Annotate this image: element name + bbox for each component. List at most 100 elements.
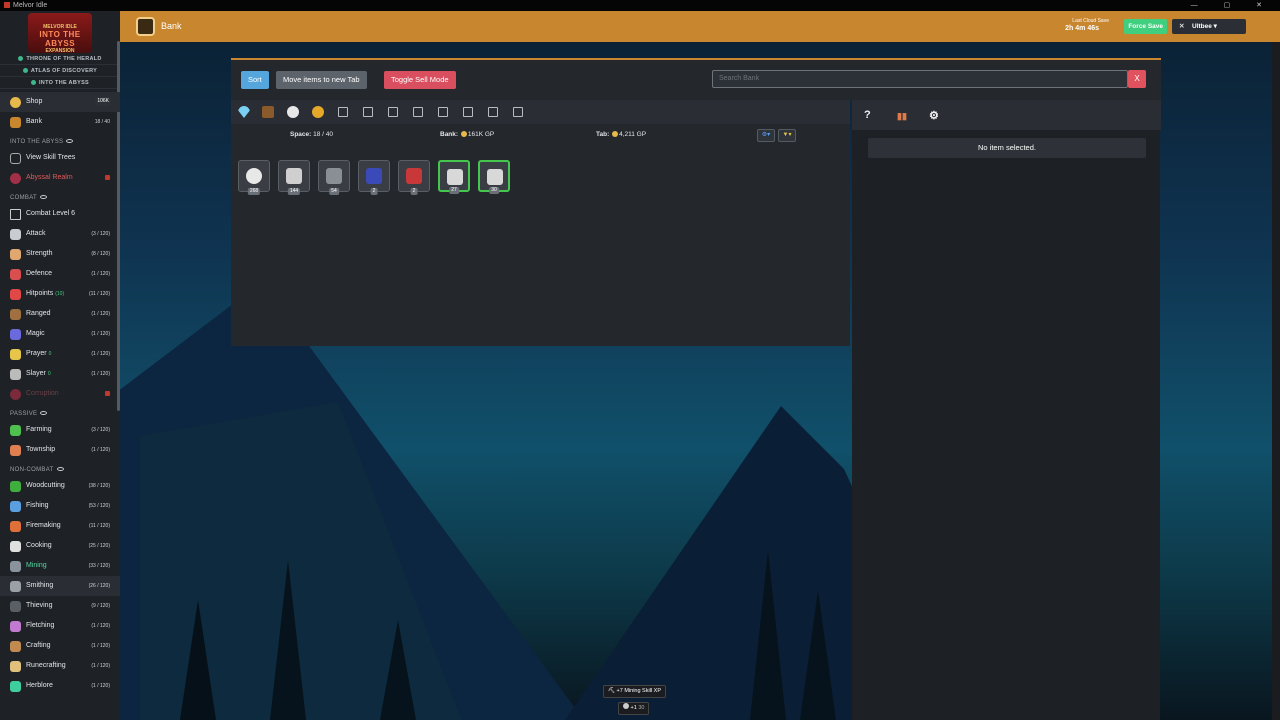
sidebar-item-attack[interactable]: Attack (3 / 120) (0, 224, 120, 244)
sidebar-item-combat-level[interactable]: Combat Level 6 (0, 204, 120, 224)
sidebar-item-bank[interactable]: Bank 18 / 40 (0, 112, 120, 132)
tab-hammer-icon[interactable] (312, 106, 324, 118)
game-logo[interactable]: MELVOR IDLE INTO THE ABYSS EXPANSION (28, 13, 92, 54)
coin-icon (612, 131, 619, 138)
sidebar-item-smithing[interactable]: Smithing (26 / 120) (0, 576, 120, 596)
bank-item-slot[interactable]: 144 (278, 160, 310, 195)
eye-icon[interactable] (56, 467, 64, 472)
sidebar-item-farming[interactable]: Farming (3 / 120) (0, 420, 120, 440)
sidebar-item-woodcutting[interactable]: Woodcutting (38 / 120) (0, 476, 120, 496)
empty-tab[interactable] (463, 107, 473, 117)
eye-icon[interactable] (40, 411, 48, 416)
item-notification: +1 30 (618, 702, 650, 715)
empty-tab[interactable] (513, 107, 523, 117)
empty-tab[interactable] (488, 107, 498, 117)
expansion-link[interactable]: THRONE OF THE HERALD (0, 53, 120, 65)
toggle-sell-mode-button[interactable]: Toggle Sell Mode (384, 71, 456, 89)
bank-item-slot[interactable]: 268 (238, 160, 270, 195)
farming-skill-icon (10, 425, 21, 436)
sidebar-item-firemaking[interactable]: Firemaking (11 / 120) (0, 516, 120, 536)
last-cloud-save-label: Last Cloud Save (1072, 18, 1109, 24)
sidebar-item-shop[interactable]: Shop 106K (0, 92, 120, 112)
bank-item-slot[interactable]: 27 (438, 160, 470, 194)
skill-level: (26 / 120) (88, 583, 110, 589)
sidebar-item-magic[interactable]: Magic (1 / 120) (0, 324, 120, 344)
skill-level: (3 / 120) (91, 427, 110, 433)
bank-chest-icon (10, 117, 21, 128)
bank-panel: Sort Move items to new Tab Toggle Sell M… (231, 58, 1161, 346)
filter-dropdown[interactable]: ▼▾ (778, 129, 796, 142)
sidebar-item-skill-trees[interactable]: View Skill Trees (0, 148, 120, 168)
bank-item-slot[interactable]: 2 (398, 160, 430, 195)
sidebar-item-thieving[interactable]: Thieving (9 / 120) (0, 596, 120, 616)
eye-icon[interactable] (66, 139, 74, 144)
account-dropdown[interactable]: ✕ Ultbee ▾ (1174, 19, 1246, 34)
smithing-skill-icon (10, 581, 21, 592)
bank-item-slot[interactable]: 30 (478, 160, 510, 194)
settings-gear-icon[interactable]: ⚙ (929, 109, 939, 122)
eye-icon[interactable] (40, 195, 48, 200)
sidebar-item-abyssal-realm[interactable]: Abyssal Realm (0, 168, 120, 188)
item-quantity: 144 (287, 188, 301, 195)
bank-options-dropdown[interactable]: ⚙▾ (757, 129, 775, 142)
empty-tab[interactable] (363, 107, 373, 117)
empty-tab[interactable] (338, 107, 348, 117)
item-quantity: 2 (410, 188, 418, 195)
sidebar-item-fletching[interactable]: Fletching (1 / 120) (0, 616, 120, 636)
sidebar-item-herblore[interactable]: Herblore (1 / 120) (0, 676, 120, 696)
empty-tab[interactable] (438, 107, 448, 117)
expansion-link[interactable]: INTO THE ABYSS (0, 77, 120, 89)
search-clear-button[interactable]: X (1128, 70, 1146, 88)
window-controls[interactable]: — ▢ ✕ (1191, 0, 1274, 11)
tab-log-icon[interactable] (262, 106, 274, 118)
sort-button[interactable]: Sort (241, 71, 269, 89)
background-tree (270, 560, 306, 720)
move-items-button[interactable]: Move items to new Tab (276, 71, 367, 89)
empty-tab[interactable] (388, 107, 398, 117)
sidebar-item-label: Firemaking (26, 522, 61, 529)
sidebar-item-crafting[interactable]: Crafting (1 / 120) (0, 636, 120, 656)
last-cloud-save-time: 2h 4m 46s (1065, 25, 1099, 32)
bank-toolbar: Sort Move items to new Tab Toggle Sell M… (231, 58, 1161, 100)
bank-item-slot[interactable]: 54 (318, 160, 350, 195)
page-scrollbar-track[interactable] (1272, 42, 1280, 720)
window-titlebar: Melvor Idle — ▢ ✕ (0, 0, 1280, 11)
hitpoints-skill-icon (10, 289, 21, 300)
active-dot-icon (30, 80, 36, 86)
slayer-skill-icon (10, 369, 21, 380)
sidebar-item-label: Farming (26, 426, 52, 433)
empty-tab[interactable] (413, 107, 423, 117)
skill-level: (1 / 120) (91, 447, 110, 453)
search-bank-input[interactable]: Search Bank (712, 70, 1128, 88)
expansion-link[interactable]: ATLAS OF DISCOVERY (0, 65, 120, 77)
sidebar-item-hitpoints[interactable]: Hitpoints (10) (11 / 120) (0, 284, 120, 304)
sidebar-item-defence[interactable]: Defence (1 / 120) (0, 264, 120, 284)
section-non-combat: NON-COMBAT (0, 460, 120, 476)
bank-item-slot[interactable]: 2 (358, 160, 390, 195)
active-dot-icon (22, 68, 28, 74)
tab-ore-icon[interactable] (287, 106, 299, 118)
tab-diamond-icon[interactable] (238, 106, 250, 118)
item-icon (286, 168, 302, 184)
xp-notification: ⛏ +7 Mining Skill XP (603, 685, 667, 698)
item-icon (246, 168, 262, 184)
sidebar-item-ranged[interactable]: Ranged (1 / 120) (0, 304, 120, 324)
sidebar-item-cooking[interactable]: Cooking (25 / 120) (0, 536, 120, 556)
force-save-button[interactable]: Force Save (1124, 19, 1167, 34)
sidebar-item-township[interactable]: Township (1 / 120) (0, 440, 120, 460)
sidebar-item-fishing[interactable]: Fishing (53 / 120) (0, 496, 120, 516)
sidebar-item-corruption[interactable]: Corruption (0, 384, 120, 404)
sidebar-item-slayer[interactable]: Slayer 0 (1 / 120) (0, 364, 120, 384)
help-icon[interactable]: ? (864, 109, 871, 121)
defence-skill-icon (10, 269, 21, 280)
lock-icon (105, 391, 110, 396)
sidebar-item-runecrafting[interactable]: Runecrafting (1 / 120) (0, 656, 120, 676)
expansion-links: THRONE OF THE HERALD ATLAS OF DISCOVERY IN… (0, 53, 120, 89)
sidebar-item-mining[interactable]: Mining (33 / 120) (0, 556, 120, 576)
thieving-skill-icon (10, 601, 21, 612)
sidebar-item-prayer[interactable]: Prayer 0 (1 / 120) (0, 344, 120, 364)
sidebar-item-strength[interactable]: Strength (8 / 120) (0, 244, 120, 264)
bank-space: 18 / 40 (94, 119, 110, 125)
sidebar-item-label: Prayer (26, 350, 47, 357)
stats-chart-icon[interactable]: ▮▮ (897, 111, 907, 122)
